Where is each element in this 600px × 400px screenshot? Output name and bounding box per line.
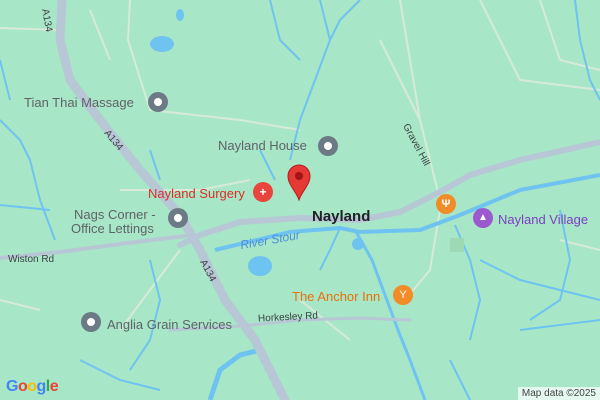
poi-label-nayland-house[interactable]: Nayland House (218, 138, 307, 153)
poi-label-nags-corner-line2[interactable]: Office Lettings (71, 221, 154, 236)
poi-label-tian-thai[interactable]: Tian Thai Massage (24, 95, 134, 110)
poi-label-anglia-grain[interactable]: Anglia Grain Services (107, 317, 232, 332)
grey-place-pin-icon[interactable] (148, 92, 168, 112)
grey-place-pin-icon[interactable] (318, 136, 338, 156)
map-marker-icon[interactable] (286, 163, 312, 201)
map-canvas[interactable]: A134 A134 A134 Wiston Rd Horkesley Rd Gr… (0, 0, 600, 400)
grey-place-pin-icon[interactable] (81, 312, 101, 332)
road-label-wiston-rd: Wiston Rd (8, 254, 55, 265)
cocktail-icon[interactable]: Y (393, 285, 413, 305)
town-label-nayland: Nayland (312, 208, 371, 225)
grey-place-pin-icon[interactable] (168, 208, 188, 228)
poi-label-nags-corner-line1[interactable]: Nags Corner - (74, 207, 156, 222)
restaurant-icon[interactable]: Ψ (436, 194, 456, 214)
park-patch (450, 238, 464, 252)
poi-label-nayland-village[interactable]: Nayland Village (498, 212, 588, 227)
landmark-icon[interactable]: ▲ (473, 208, 493, 228)
google-logo: Google (6, 378, 59, 395)
poi-label-surgery[interactable]: Nayland Surgery (148, 186, 245, 201)
map-attribution: Map data ©2025 (517, 387, 600, 400)
poi-label-anchor-inn[interactable]: The Anchor Inn (292, 289, 380, 304)
medical-cross-icon[interactable]: + (253, 182, 273, 202)
